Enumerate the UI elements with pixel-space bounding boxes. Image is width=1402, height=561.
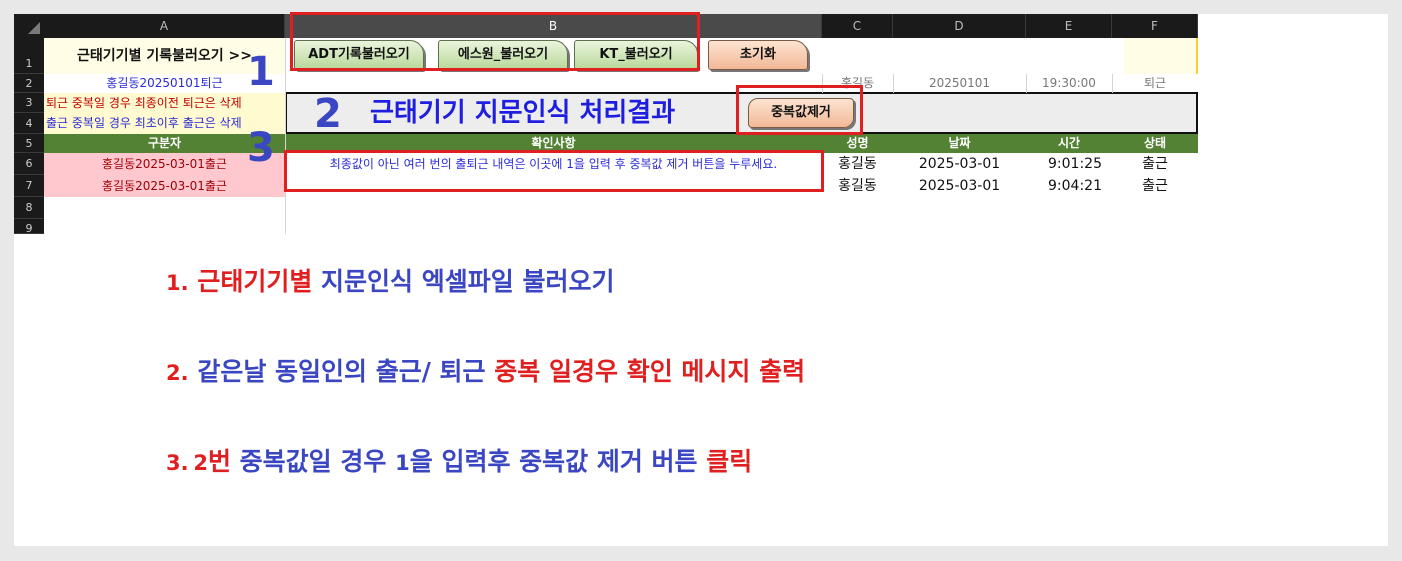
- column-header-a[interactable]: A: [44, 14, 285, 38]
- select-all-corner[interactable]: [14, 14, 44, 38]
- marker-1: 1: [247, 49, 275, 95]
- result-title: 근태기기 지문인식 처리결과: [370, 98, 676, 128]
- row7-status[interactable]: 출근: [1112, 175, 1198, 197]
- row-header-5[interactable]: 5: [14, 134, 44, 153]
- header-status[interactable]: 상태: [1112, 134, 1198, 153]
- header-name[interactable]: 성명: [822, 134, 893, 153]
- instruction-3-blue: 중복값일 경우: [239, 447, 387, 476]
- row-header-8[interactable]: 8: [14, 197, 44, 219]
- f1-edge: [1196, 38, 1198, 74]
- spreadsheet: A B C D E F 1 2 3 4 5 6 7 8 9 근태기기별 기록불러…: [14, 12, 1198, 235]
- grid-line: [1112, 74, 1113, 93]
- row-header-9[interactable]: 9: [14, 219, 44, 235]
- e2-cell[interactable]: 19:30:00: [1026, 74, 1112, 93]
- instruction-2-red: 중복 일경우 확인 메시지 출력: [494, 357, 806, 386]
- marker-3: 3: [247, 125, 275, 171]
- instruction-3-red2: 클릭: [706, 447, 753, 476]
- screenshot-canvas: A B C D E F 1 2 3 4 5 6 7 8 9 근태기기별 기록불러…: [14, 12, 1388, 546]
- row6-status[interactable]: 출근: [1112, 153, 1198, 175]
- annotation-box-1: [290, 12, 700, 71]
- d2-cell[interactable]: 20250101: [893, 74, 1026, 93]
- row-header-7[interactable]: 7: [14, 175, 44, 197]
- f2-cell[interactable]: 퇴근: [1112, 74, 1198, 93]
- grid-line: [893, 74, 894, 93]
- instruction-3-num: 3.: [166, 451, 189, 475]
- row6-time[interactable]: 9:01:25: [1026, 153, 1112, 175]
- row-header-3[interactable]: 3: [14, 93, 44, 113]
- a3-cell[interactable]: 퇴근 중복일 경우 최종이전 퇴근은 삭제: [44, 93, 285, 113]
- row-header-2[interactable]: 2: [14, 74, 44, 93]
- instruction-2: 2. 같은날 동일인의 출근/ 퇴근 중복 일경우 확인 메시지 출력: [166, 352, 805, 388]
- row6-name[interactable]: 홍길동: [822, 153, 893, 175]
- header-time[interactable]: 시간: [1026, 134, 1112, 153]
- instruction-2-blue: 같은날 동일인의 출근/ 퇴근: [197, 357, 486, 386]
- f1-fill: [1124, 38, 1198, 74]
- column-header-f[interactable]: F: [1112, 14, 1198, 38]
- instruction-3-one: 1: [395, 451, 410, 475]
- instruction-3-red1: 번: [207, 447, 231, 476]
- header-date[interactable]: 날짜: [893, 134, 1026, 153]
- instruction-3: 3. 2번 중복값일 경우 1을 입력후 중복값 제거 버튼 클릭: [166, 442, 752, 478]
- row-header-1[interactable]: 1: [14, 38, 44, 74]
- grid-line: [285, 38, 286, 234]
- grid-line: [1026, 74, 1027, 93]
- column-header-e[interactable]: E: [1026, 14, 1112, 38]
- instruction-1: 1. 근태기기별 지문인식 엑셀파일 불러오기: [166, 262, 614, 298]
- reset-button[interactable]: 초기화: [708, 40, 808, 70]
- annotation-box-3: [284, 150, 824, 192]
- instruction-1-rest: 지문인식 엑셀파일 불러오기: [321, 267, 615, 296]
- column-header-d[interactable]: D: [893, 14, 1026, 38]
- instruction-3-blue2: 을 입력후 중복값 제거 버튼: [409, 447, 698, 476]
- instruction-1-num: 1.: [166, 271, 189, 295]
- marker-2: 2: [314, 91, 342, 137]
- row7-time[interactable]: 9:04:21: [1026, 175, 1112, 197]
- row6-date[interactable]: 2025-03-01: [893, 153, 1026, 175]
- annotation-box-2: [736, 85, 863, 135]
- row-header-4[interactable]: 4: [14, 113, 44, 134]
- row7-key[interactable]: 홍길동2025-03-01출근: [44, 175, 285, 197]
- row7-date[interactable]: 2025-03-01: [893, 175, 1026, 197]
- instruction-1-red: 근태기기별: [197, 267, 313, 296]
- instruction-3-lead: 2: [193, 451, 208, 475]
- row-header-6[interactable]: 6: [14, 153, 44, 175]
- instruction-2-num: 2.: [166, 361, 189, 385]
- row7-name[interactable]: 홍길동: [822, 175, 893, 197]
- column-header-c[interactable]: C: [822, 14, 893, 38]
